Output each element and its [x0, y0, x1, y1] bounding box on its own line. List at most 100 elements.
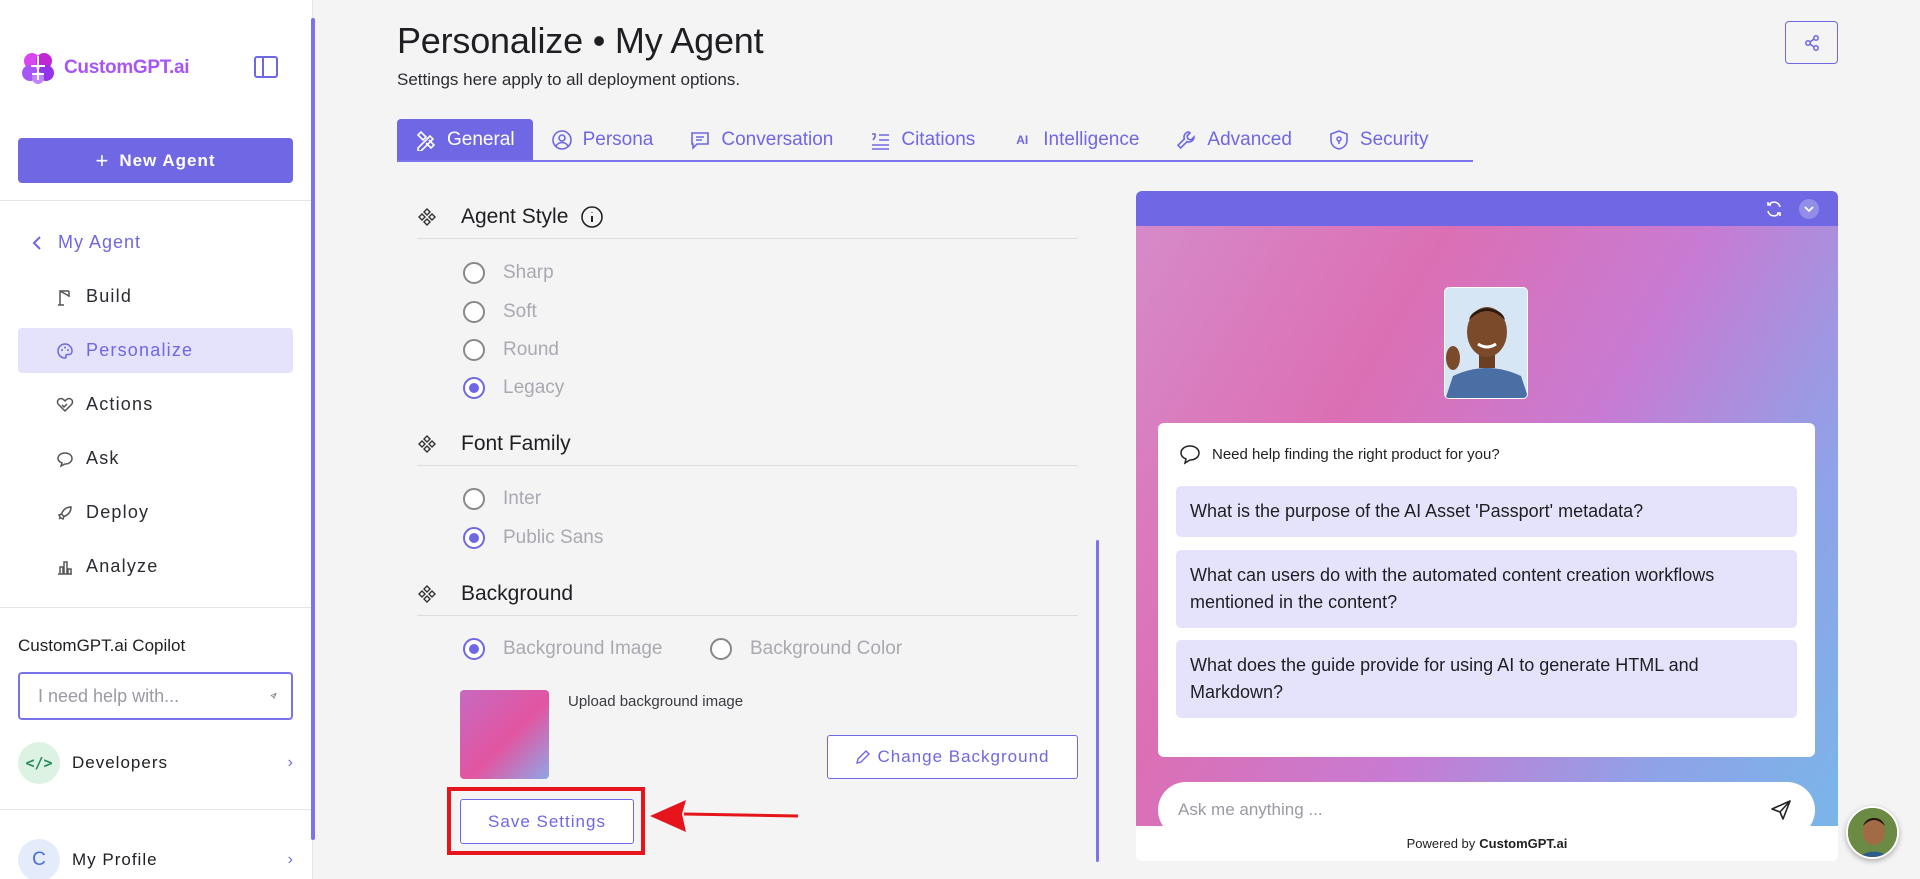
- copilot-input-wrapper: [18, 672, 293, 720]
- tab-intelligence[interactable]: AI Intelligence: [993, 119, 1157, 160]
- preview-toolbar: [1136, 191, 1838, 226]
- settings-scrollbar[interactable]: [1096, 540, 1099, 862]
- divider: [0, 200, 313, 201]
- refresh-icon[interactable]: [1764, 199, 1784, 219]
- shield-icon: [1328, 129, 1350, 151]
- radio-round[interactable]: Round: [463, 339, 559, 361]
- sidebar-toggle-icon[interactable]: [254, 56, 278, 78]
- powered-by-brand[interactable]: CustomGPT.ai: [1479, 836, 1567, 851]
- radio-background-image[interactable]: Background Image: [463, 638, 663, 660]
- sidebar: CustomGPT.ai + New Agent My Agent Build …: [0, 0, 313, 879]
- info-icon[interactable]: [580, 205, 604, 229]
- sidebar-item-ask[interactable]: Ask: [18, 436, 293, 481]
- sidebar-item-build[interactable]: Build: [18, 274, 293, 319]
- send-icon[interactable]: [1769, 798, 1793, 822]
- quote-list-icon: [869, 129, 891, 151]
- radio-soft[interactable]: Soft: [463, 301, 537, 323]
- radio-public-sans[interactable]: Public Sans: [463, 527, 603, 549]
- sidebar-item-actions[interactable]: Actions: [18, 382, 293, 427]
- developers-link[interactable]: </> Developers ›: [18, 741, 293, 785]
- chat-preview: Need help finding the right product for …: [1136, 191, 1838, 861]
- chat-bubble-icon: [1180, 445, 1200, 465]
- wrench-icon: [1175, 129, 1197, 151]
- user-circle-icon: [551, 129, 573, 151]
- radio-circle: [463, 377, 485, 399]
- annotation-arrow-icon: [650, 800, 799, 832]
- plus-icon: +: [95, 147, 110, 173]
- settings-tabs: General Persona Conversation Citations A…: [397, 119, 1473, 162]
- radio-circle: [463, 262, 485, 284]
- tab-persona[interactable]: Persona: [533, 119, 672, 160]
- radio-circle: [463, 488, 485, 510]
- profile-avatar: C: [18, 839, 60, 879]
- radio-legacy[interactable]: Legacy: [463, 377, 564, 399]
- tab-advanced[interactable]: Advanced: [1157, 119, 1310, 160]
- radio-label: Public Sans: [503, 527, 604, 548]
- save-settings-button[interactable]: Save Settings: [460, 799, 634, 844]
- radio-circle: [710, 638, 732, 660]
- section-agent-style: Agent Style: [417, 196, 1078, 239]
- back-to-my-agent[interactable]: My Agent: [32, 232, 141, 253]
- sidebar-item-deploy[interactable]: Deploy: [18, 490, 293, 535]
- suggestion-item[interactable]: What does the guide provide for using AI…: [1176, 640, 1797, 718]
- radio-circle: [463, 527, 485, 549]
- share-icon: [1804, 34, 1819, 51]
- sidebar-item-analyze[interactable]: Analyze: [18, 544, 293, 589]
- move-icon: [417, 207, 439, 227]
- tab-label: Citations: [901, 128, 976, 150]
- section-background: Background: [417, 573, 1078, 616]
- tab-citations[interactable]: Citations: [851, 119, 993, 160]
- sidebar-item-label: Analyze: [86, 556, 159, 576]
- sidebar-item-label: Ask: [86, 448, 120, 468]
- radio-background-color[interactable]: Background Color: [710, 638, 902, 660]
- suggestion-item[interactable]: What can users do with the automated con…: [1176, 550, 1797, 628]
- tab-general[interactable]: General: [397, 119, 533, 160]
- send-icon[interactable]: [270, 684, 277, 708]
- chevron-right-icon: ›: [287, 851, 293, 868]
- ask-input[interactable]: [1178, 800, 1769, 820]
- sidebar-item-label: Personalize: [86, 340, 194, 360]
- agent-avatar: [1444, 287, 1528, 399]
- tab-security[interactable]: Security: [1310, 119, 1447, 160]
- change-background-button[interactable]: Change Background: [827, 735, 1078, 779]
- tab-label: Intelligence: [1043, 128, 1140, 150]
- tab-label: General: [447, 128, 515, 150]
- upload-background-label: Upload background image: [568, 693, 744, 710]
- powered-by: Powered by CustomGPT.ai: [1136, 826, 1838, 861]
- copilot-input[interactable]: [38, 685, 270, 707]
- suggestion-item[interactable]: What is the purpose of the AI Asset 'Pas…: [1176, 486, 1797, 537]
- developers-label: Developers: [72, 753, 168, 772]
- my-profile-label: My Profile: [72, 850, 158, 869]
- section-title: Font Family: [461, 432, 571, 455]
- radio-label: Inter: [503, 488, 542, 509]
- radio-sharp[interactable]: Sharp: [463, 262, 554, 284]
- radio-circle: [463, 301, 485, 323]
- rocket-icon: [56, 504, 74, 522]
- tab-conversation[interactable]: Conversation: [671, 119, 851, 160]
- copilot-title: CustomGPT.ai Copilot: [18, 636, 186, 655]
- radio-label: Legacy: [503, 377, 565, 398]
- page-title: Personalize • My Agent: [397, 20, 764, 61]
- radio-circle: [463, 638, 485, 660]
- pencil-icon: [856, 750, 871, 764]
- radio-inter[interactable]: Inter: [463, 488, 541, 510]
- my-profile-link[interactable]: C My Profile ›: [18, 838, 293, 879]
- change-background-label: Change Background: [877, 747, 1050, 766]
- preview-background: Need help finding the right product for …: [1136, 226, 1838, 838]
- sidebar-item-label: Build: [86, 286, 133, 306]
- tab-label: Persona: [582, 128, 654, 150]
- user-avatar[interactable]: [1846, 806, 1899, 859]
- new-agent-button[interactable]: + New Agent: [18, 138, 293, 183]
- section-title: Background: [461, 582, 574, 605]
- background-thumbnail[interactable]: [460, 690, 549, 779]
- tab-label: Conversation: [721, 128, 834, 150]
- logo[interactable]: CustomGPT.ai: [18, 48, 190, 88]
- divider: [0, 607, 313, 608]
- heart-handshake-icon: [56, 396, 74, 414]
- sidebar-item-personalize[interactable]: Personalize: [18, 328, 293, 373]
- divider: [0, 809, 313, 810]
- crane-icon: [56, 288, 74, 306]
- chevron-down-icon[interactable]: [1798, 198, 1820, 220]
- share-button[interactable]: [1785, 21, 1838, 64]
- sidebar-scrollbar[interactable]: [311, 18, 315, 840]
